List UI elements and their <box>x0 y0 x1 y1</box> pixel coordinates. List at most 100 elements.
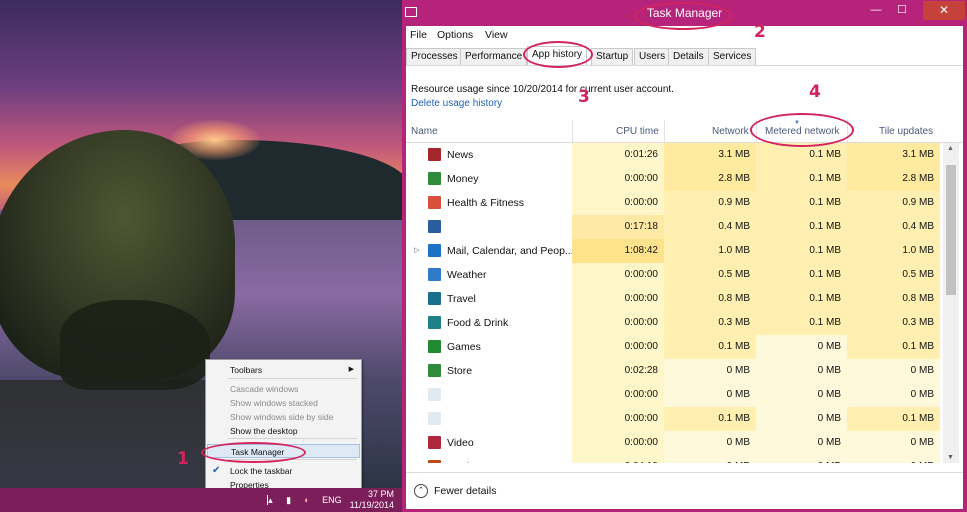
app-name: Health & Fitness <box>447 197 525 209</box>
heart-icon <box>428 196 441 209</box>
rock-base <box>60 300 210 390</box>
column-tile-updates[interactable]: Tile updates <box>879 126 933 137</box>
menu-view[interactable]: View <box>485 29 508 41</box>
table-row[interactable]: Music0:04:100 MB0 MB0 MB <box>406 455 940 463</box>
context-menu-item-label: Show windows stacked <box>230 398 318 408</box>
column-network[interactable]: Network <box>712 126 749 137</box>
app-name: Music <box>447 455 474 463</box>
scroll-up-icon[interactable]: ▲ <box>947 145 954 152</box>
column-cpu-time[interactable]: CPU time <box>616 126 659 137</box>
cell-tile: 3.1 MB <box>847 143 940 167</box>
context-menu-item-show-windows-side-by-side[interactable]: Show windows side by side <box>207 410 360 424</box>
close-button[interactable]: ✕ <box>923 1 965 20</box>
cell-cpu: 0:00:00 <box>572 191 664 215</box>
cell-tile: 0.3 MB <box>847 311 940 335</box>
app-history-table: Name CPU time Network ▼ Metered network … <box>406 120 963 472</box>
annotation-number: 2 <box>754 22 766 42</box>
vertical-scrollbar[interactable]: ▲ ▼ <box>943 143 959 463</box>
cell-tile: 0 MB <box>847 455 940 463</box>
news-icon <box>428 148 441 161</box>
context-menu-item-show-windows-stacked[interactable]: Show windows stacked <box>207 396 360 410</box>
table-row[interactable]: Health & Fitness 0:00:00 0.9 MB 0.1 MB 0.9 M… <box>406 191 940 215</box>
fewer-details-button[interactable]: ⌃ Fewer details <box>414 484 496 498</box>
cell-cpu: 0:00:00 <box>572 167 664 191</box>
context-menu-item-lock-the-taskbar[interactable]: Lock the taskbar ✔ <box>207 464 360 478</box>
table-row[interactable]: News 0:01:26 3.1 MB 0.1 MB 3.1 MB <box>406 143 940 167</box>
scrollbar-thumb[interactable] <box>946 165 956 295</box>
cell-network: 0.1 MB <box>664 335 756 359</box>
context-menu-item-properties[interactable]: Properties <box>207 478 360 488</box>
delete-usage-history-link[interactable]: Delete usage history <box>411 98 502 109</box>
tab-performance[interactable]: Performance <box>460 48 528 65</box>
cell-tile: 0 MB <box>847 431 940 455</box>
blurred-app-icon <box>428 220 441 233</box>
table-row[interactable]: Money 0:00:00 2.8 MB 0.1 MB 2.8 MB <box>406 167 940 191</box>
task-manager-window: Task Manager — ☐ ✕ File Options View Pro… <box>402 0 967 512</box>
cell-metered: 0.1 MB <box>756 215 847 239</box>
context-menu-item-label: Toolbars <box>230 365 263 375</box>
table-row[interactable]: Travel 0:00:00 0.8 MB 0.1 MB 0.8 MB <box>406 287 940 311</box>
tab-users[interactable]: Users <box>634 48 671 65</box>
checkmark-icon: ✔ <box>212 465 221 476</box>
table-row[interactable]: Weather 0:00:00 0.5 MB 0.1 MB 0.5 MB <box>406 263 940 287</box>
weather-icon <box>428 268 441 281</box>
cell-metered: 0 MB <box>756 335 847 359</box>
flag-icon[interactable]: ▴ <box>267 495 278 505</box>
fewer-details-label: Fewer details <box>434 485 497 497</box>
context-menu-item-label: Show the desktop <box>230 426 298 436</box>
scroll-down-icon[interactable]: ▼ <box>947 454 954 461</box>
table-row[interactable]: Games 0:00:00 0.1 MB 0 MB 0.1 MB <box>406 335 940 359</box>
app-name: Money <box>447 173 479 185</box>
maximize-button[interactable]: ☐ <box>891 2 913 18</box>
table-row[interactable]: 0:00:00 0.1 MB 0 MB 0.1 MB <box>406 407 940 431</box>
video-icon <box>428 436 441 449</box>
menu-separator <box>228 438 357 439</box>
menu-options[interactable]: Options <box>437 29 473 41</box>
cell-network: 0 MB <box>664 455 756 463</box>
context-menu-item-show-the-desktop[interactable]: Show the desktop <box>207 424 360 438</box>
table-row[interactable]: Food & Drink 0:00:00 0.3 MB 0.1 MB 0.3 MB <box>406 311 940 335</box>
table-row[interactable]: Video 0:00:00 0 MB 0 MB 0 MB <box>406 431 940 455</box>
annotation-number: 4 <box>809 82 821 102</box>
cell-tile: 1.0 MB <box>847 239 940 263</box>
cell-tile: 0.8 MB <box>847 287 940 311</box>
volume-icon[interactable]: ◐ <box>304 495 314 505</box>
table-row[interactable]: ▷ Mail, Calendar, and Peop... 1:08:42 1.0 M… <box>406 239 940 263</box>
cell-cpu: 0:17:18 <box>572 215 664 239</box>
store-icon <box>428 364 441 377</box>
language-indicator[interactable]: ENG <box>322 495 342 505</box>
context-menu-item-toolbars[interactable]: Toolbars ▶ <box>207 363 360 377</box>
cell-cpu: 0:00:00 <box>572 431 664 455</box>
expand-chevron-icon[interactable]: ▷ <box>414 239 419 263</box>
app-name: Store <box>447 365 473 377</box>
cell-cpu: 1:08:42 <box>572 239 664 263</box>
column-separator <box>664 120 665 142</box>
tab-processes[interactable]: Processes <box>406 48 463 65</box>
table-row[interactable]: 0:17:18 0.4 MB 0.1 MB 0.4 MB <box>406 215 940 239</box>
cell-cpu: 0:01:26 <box>572 143 664 167</box>
column-name[interactable]: Name <box>411 126 438 137</box>
cell-network: 0.9 MB <box>664 191 756 215</box>
cell-metered: 0.1 MB <box>756 311 847 335</box>
cell-network: 3.1 MB <box>664 143 756 167</box>
taskbar[interactable]: ▴ ▮ ◐ ENG 37 PM 11/19/2014 <box>0 488 402 512</box>
minimize-button[interactable]: — <box>865 2 887 18</box>
context-menu-item-label: Properties <box>230 480 269 488</box>
table-row[interactable]: 0:00:00 0 MB 0 MB 0 MB <box>406 383 940 407</box>
menu-file[interactable]: File <box>410 29 427 41</box>
table-header: Name CPU time Network ▼ Metered network … <box>406 120 963 143</box>
tab-details[interactable]: Details <box>668 48 709 65</box>
network-icon[interactable]: ▮ <box>286 495 296 505</box>
cell-tile: 0 MB <box>847 359 940 383</box>
clock[interactable]: 37 PM 11/19/2014 <box>350 489 394 511</box>
cell-metered: 0 MB <box>756 407 847 431</box>
table-row[interactable]: Store 0:02:28 0 MB 0 MB 0 MB <box>406 359 940 383</box>
context-menu-item-cascade-windows[interactable]: Cascade windows <box>207 382 360 396</box>
tab-startup[interactable]: Startup <box>591 48 634 65</box>
cell-metered: 0.1 MB <box>756 239 847 263</box>
cell-network: 1.0 MB <box>664 239 756 263</box>
food-icon <box>428 316 441 329</box>
tab-services[interactable]: Services <box>708 48 757 65</box>
annotation-ellipse-app-history-tab <box>523 41 593 68</box>
footer: ⌃ Fewer details <box>406 472 963 509</box>
